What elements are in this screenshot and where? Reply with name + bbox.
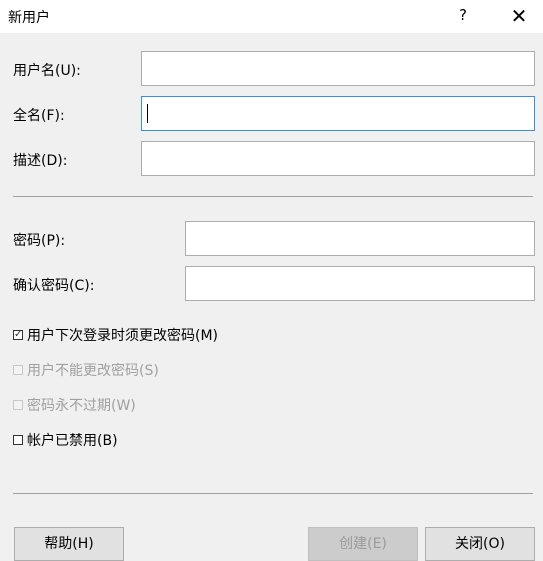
username-label: 用户名(U): [13, 63, 81, 79]
fullname-field[interactable] [141, 96, 535, 131]
checkbox-icon [13, 400, 23, 410]
checkbox-label: 用户下次登录时须更改密码(M) [27, 328, 219, 344]
confirm-password-field[interactable] [185, 266, 535, 301]
checkbox-checked-icon[interactable]: ✓ [13, 330, 23, 340]
checkbox-icon [13, 365, 23, 375]
help-icon[interactable]: ? [452, 3, 474, 27]
password-field[interactable] [185, 221, 535, 256]
confirm-password-label: 确认密码(C): [13, 278, 95, 294]
help-button[interactable]: 帮助(H) [14, 527, 124, 561]
text-caret [147, 104, 148, 123]
checkbox-label: 帐户已禁用(B) [27, 433, 118, 449]
password-label: 密码(P): [13, 233, 66, 249]
checkbox-must-change-password[interactable]: ✓ 用户下次登录时须更改密码(M) [13, 325, 218, 345]
title-bar: 新用户 ? ✕ [0, 0, 543, 33]
separator-top [13, 196, 533, 197]
separator-bottom [13, 493, 533, 494]
window-title: 新用户 [8, 10, 50, 26]
checkbox-icon[interactable] [13, 435, 23, 445]
checkbox-label: 用户不能更改密码(S) [27, 363, 159, 379]
description-field[interactable] [141, 141, 535, 176]
checkbox-account-disabled[interactable]: 帐户已禁用(B) [13, 430, 118, 450]
username-field[interactable] [141, 51, 535, 86]
checkbox-label: 密码永不过期(W) [27, 398, 136, 414]
fullname-label: 全名(F): [13, 108, 65, 124]
checkbox-cannot-change-password: 用户不能更改密码(S) [13, 360, 159, 380]
create-button: 创建(E) [308, 527, 418, 561]
close-button[interactable]: 关闭(O) [425, 527, 535, 561]
checkbox-password-never-expires: 密码永不过期(W) [13, 395, 136, 415]
close-icon[interactable]: ✕ [504, 2, 534, 30]
description-label: 描述(D): [13, 153, 68, 169]
